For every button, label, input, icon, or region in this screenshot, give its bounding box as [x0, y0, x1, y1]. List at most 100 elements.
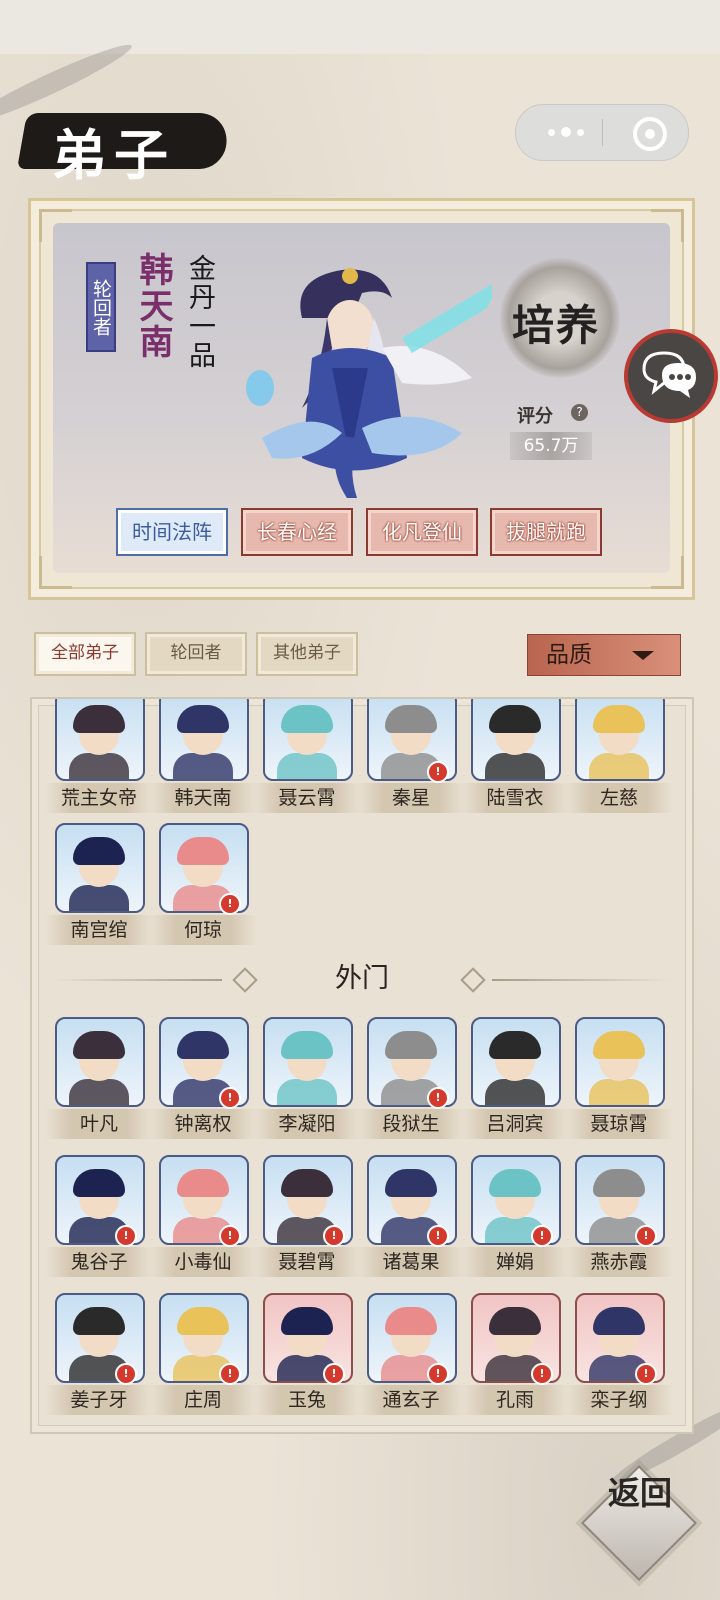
disciple-card[interactable]: 荒主女帝 — [45, 699, 153, 819]
alert-badge-icon: ! — [427, 1225, 449, 1247]
skill-button[interactable]: 化凡登仙 — [366, 508, 478, 556]
disciple-card[interactable]: ! 小毒仙 — [149, 1155, 257, 1283]
target-circle-icon[interactable] — [633, 117, 667, 151]
disciple-card[interactable]: ! 孔雨 — [461, 1293, 569, 1421]
alert-badge-icon: ! — [219, 1225, 241, 1247]
disciple-portrait — [55, 1017, 145, 1107]
disciple-card[interactable]: 李凝阳 — [253, 1017, 361, 1145]
portrait-body — [173, 753, 233, 779]
disciple-name: 鬼谷子 — [45, 1247, 153, 1277]
disciple-name: 姜子牙 — [45, 1385, 153, 1415]
portrait-hair — [489, 1031, 541, 1059]
disciple-card[interactable]: 韩天南 — [149, 699, 257, 819]
skill-button[interactable]: 长春心经 — [241, 508, 353, 556]
frame-corner — [39, 209, 72, 242]
disciple-card[interactable]: ! 段狱生 — [357, 1017, 465, 1145]
alert-badge-icon: ! — [115, 1225, 137, 1247]
frame-corner — [651, 556, 684, 589]
disciple-name: 荒主女帝 — [45, 783, 153, 813]
portrait-body — [485, 1079, 545, 1105]
disciple-card[interactable]: 聂云霄 — [253, 699, 361, 819]
page-title-text: 弟子 — [52, 123, 176, 187]
disciple-card[interactable]: ! 钟离权 — [149, 1017, 257, 1145]
section-header-outer: 外门 — [52, 961, 672, 997]
disciple-card[interactable]: ! 燕赤霞 — [565, 1155, 673, 1283]
more-dots-icon[interactable] — [538, 117, 594, 147]
portrait-body — [277, 753, 337, 779]
disciple-name: 玉兔 — [253, 1385, 361, 1415]
portrait-hair — [73, 1307, 125, 1335]
disciple-portrait — [263, 699, 353, 781]
disciple-name: 聂云霄 — [253, 783, 361, 813]
disciple-name: 陆雪衣 — [461, 783, 569, 813]
disciple-list[interactable]: 荒主女帝 韩天南 聂云霄! 秦星 陆雪衣 左慈 南宫绾! 何琼 外门 叶凡! 钟离权 李凝阳! 段狱… — [30, 697, 694, 1434]
disciple-card[interactable]: ! 婵娟 — [461, 1155, 569, 1283]
back-button-label[interactable]: 返回 — [600, 1474, 680, 1574]
disciple-card[interactable]: 吕洞宾 — [461, 1017, 569, 1145]
disciple-card[interactable]: ! 栾子纲 — [565, 1293, 673, 1421]
disciple-name: 左慈 — [565, 783, 673, 813]
alert-badge-icon: ! — [323, 1225, 345, 1247]
capsule-divider — [602, 119, 603, 146]
help-icon[interactable]: ? — [571, 404, 588, 421]
portrait-hair — [177, 1169, 229, 1197]
disciple-card[interactable]: ! 秦星 — [357, 699, 465, 819]
disciple-portrait — [55, 699, 145, 781]
portrait-hair — [593, 1307, 645, 1335]
quality-sort-label: 品质 — [546, 642, 592, 668]
disciple-card[interactable]: ! 通玄子 — [357, 1293, 465, 1421]
portrait-hair — [73, 1031, 125, 1059]
status-bar — [0, 0, 720, 55]
chat-button[interactable] — [624, 329, 718, 423]
portrait-hair — [489, 705, 541, 733]
filter-tab-all[interactable]: 全部弟子 — [34, 632, 136, 676]
alert-badge-icon: ! — [323, 1363, 345, 1385]
skill-button[interactable]: 时间法阵 — [116, 508, 228, 556]
portrait-hair — [73, 1169, 125, 1197]
reincarnator-tag: 轮回者 — [86, 262, 116, 352]
cultivate-button[interactable]: 培养 — [512, 292, 600, 353]
disciple-card[interactable]: ! 诸葛果 — [357, 1155, 465, 1283]
chevron-down-icon — [632, 651, 654, 660]
portrait-hair — [177, 705, 229, 733]
skill-button[interactable]: 拔腿就跑 — [490, 508, 602, 556]
disciple-card[interactable]: ! 聂碧霄 — [253, 1155, 361, 1283]
disciple-card[interactable]: ! 姜子牙 — [45, 1293, 153, 1421]
mini-program-capsule — [515, 104, 689, 161]
portrait-hair — [385, 1169, 437, 1197]
disciple-name: 何琼 — [149, 915, 257, 945]
disciple-card[interactable]: ! 庄周 — [149, 1293, 257, 1421]
disciple-card[interactable]: 南宫绾 — [45, 823, 153, 951]
disciple-portrait — [55, 823, 145, 913]
portrait-hair — [73, 837, 125, 865]
portrait-hair — [385, 1307, 437, 1335]
disciple-card[interactable]: 聂琼霄 — [565, 1017, 673, 1145]
disciple-name: 孔雨 — [461, 1385, 569, 1415]
portrait-body — [69, 885, 129, 911]
disciple-name: 南宫绾 — [45, 915, 153, 945]
disciple-name: 钟离权 — [149, 1109, 257, 1139]
section-divider — [492, 979, 672, 981]
disciple-name: 燕赤霞 — [565, 1247, 673, 1277]
filter-tab-other[interactable]: 其他弟子 — [256, 632, 358, 676]
disciple-card[interactable]: ! 鬼谷子 — [45, 1155, 153, 1283]
portrait-body — [589, 753, 649, 779]
quality-sort-dropdown[interactable]: 品质 — [527, 634, 681, 676]
alert-badge-icon: ! — [531, 1363, 553, 1385]
disciple-name: 栾子纲 — [565, 1385, 673, 1415]
disciple-card[interactable]: ! 何琼 — [149, 823, 257, 951]
portrait-hair — [489, 1169, 541, 1197]
disciple-name: 婵娟 — [461, 1247, 569, 1277]
disciple-portrait — [575, 1017, 665, 1107]
disciple-card[interactable]: 陆雪衣 — [461, 699, 569, 819]
hero-character-illustration[interactable] — [232, 258, 492, 510]
disciple-name: 吕洞宾 — [461, 1109, 569, 1139]
disciple-card[interactable]: ! 玉兔 — [253, 1293, 361, 1421]
hero-rank: 金丹一品 — [184, 254, 215, 370]
filter-tab-reincarnator[interactable]: 轮回者 — [145, 632, 247, 676]
disciple-card[interactable]: 叶凡 — [45, 1017, 153, 1145]
alert-badge-icon: ! — [115, 1363, 137, 1385]
frame-corner — [39, 556, 72, 589]
portrait-hair — [281, 1307, 333, 1335]
disciple-card[interactable]: 左慈 — [565, 699, 673, 819]
